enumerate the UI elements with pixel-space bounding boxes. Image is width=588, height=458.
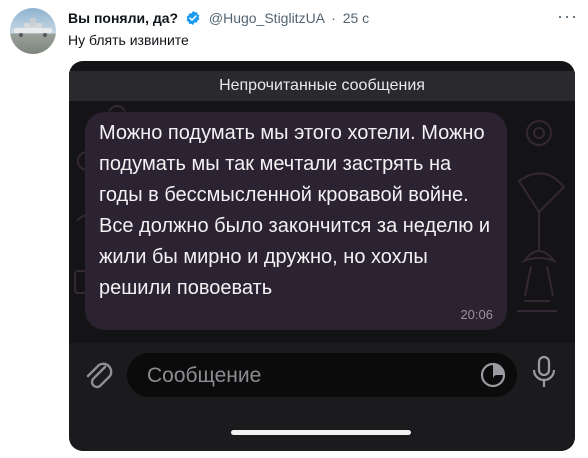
airplane-avatar-image <box>14 18 52 37</box>
separator-dot: · <box>331 10 336 26</box>
message-text: Можно подумать мы этого хотели. Можно по… <box>99 122 491 299</box>
tweet-text: Ну блять извините <box>68 32 189 48</box>
tweet: Вы поняли, да? @Hugo_StiglitzUA · 25 с ·… <box>0 0 588 458</box>
sticker-icon[interactable] <box>479 361 507 394</box>
user-handle[interactable]: @Hugo_StiglitzUA <box>209 10 324 26</box>
tweet-header: Вы поняли, да? @Hugo_StiglitzUA · 25 с <box>68 9 369 30</box>
message-bubble[interactable]: Можно подумать мы этого хотели. Можно по… <box>85 112 507 330</box>
message-input[interactable] <box>145 353 469 399</box>
verified-badge-icon <box>185 10 201 30</box>
display-name[interactable]: Вы поняли, да? <box>68 10 178 26</box>
microphone-icon[interactable] <box>531 355 557 396</box>
home-indicator <box>231 430 411 435</box>
more-options-icon[interactable]: ··· <box>557 6 578 27</box>
paperclip-icon[interactable] <box>83 357 115 398</box>
tweet-timestamp[interactable]: 25 с <box>343 10 369 26</box>
avatar[interactable] <box>10 8 56 54</box>
attached-screenshot[interactable]: Непрочитанные сообщения Можно подумать м… <box>69 61 575 451</box>
unread-messages-divider: Непрочитанные сообщения <box>69 71 575 101</box>
message-time: 20:06 <box>460 307 493 322</box>
message-composer <box>69 343 575 451</box>
message-input-wrapper <box>127 353 517 399</box>
